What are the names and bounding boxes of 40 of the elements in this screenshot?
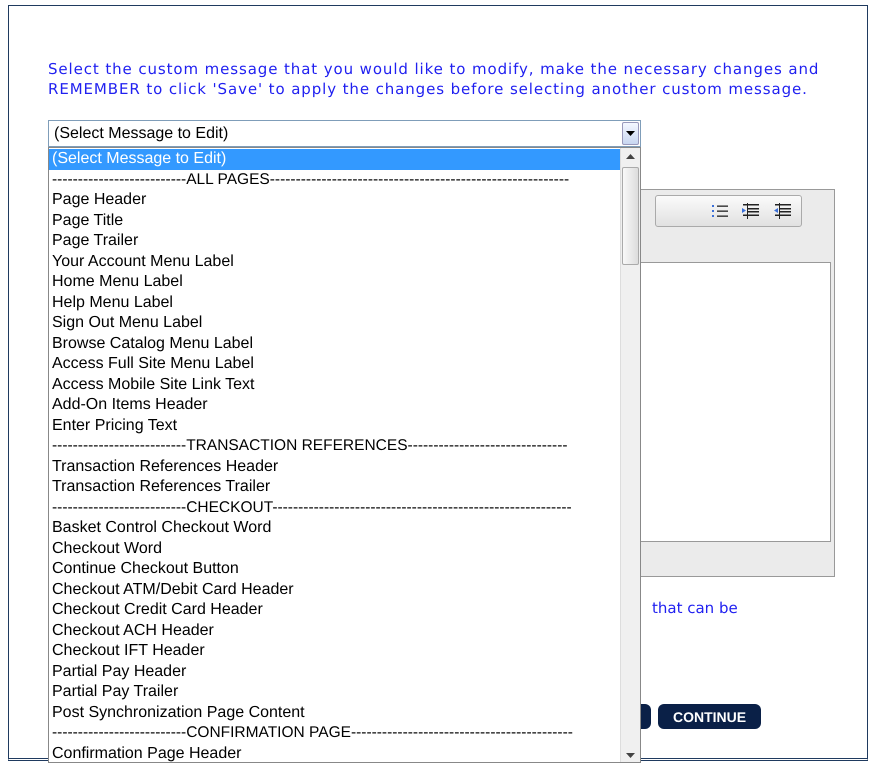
dropdown-option[interactable]: Checkout Credit Card Header <box>49 600 620 620</box>
dropdown-option[interactable]: Transaction References Trailer <box>49 477 620 498</box>
group-separator: --------------------------ALL PAGES---------------------------------------------------------- <box>51 170 570 190</box>
dropdown-option[interactable]: Basket Control Checkout Word <box>49 518 620 538</box>
dropdown-option[interactable]: Page Title <box>49 210 620 231</box>
dropdown-option[interactable]: Transaction References Header <box>49 456 620 477</box>
scroll-down-icon[interactable] <box>626 753 635 758</box>
dropdown-option[interactable]: Add-On Items Header <box>49 395 620 416</box>
group-separator: --------------------------CHECKOUT---------------------------------------------------------- <box>51 498 573 518</box>
scroll-up-icon[interactable] <box>626 154 635 159</box>
dropdown-option[interactable]: Checkout IFT Header <box>49 641 620 662</box>
note-text: that can be <box>652 599 739 617</box>
dropdown-option[interactable]: Confirmation Page Header <box>49 744 620 762</box>
dropdown-option[interactable]: Help Menu Label <box>49 292 620 313</box>
scroll-thumb[interactable] <box>622 167 639 265</box>
dropdown-option[interactable]: Your Account Menu Label <box>49 252 620 272</box>
dropdown-option[interactable]: Page Trailer <box>49 231 620 252</box>
bullet-list-icon[interactable] <box>711 203 729 219</box>
dropdown-option[interactable]: Checkout Word <box>49 538 620 559</box>
scrollbar[interactable] <box>620 148 640 762</box>
dropdown-option[interactable]: Continue Checkout Button <box>49 559 620 580</box>
message-select[interactable]: (Select Message to Edit) <box>48 120 641 147</box>
dropdown-option[interactable]: Page Header <box>49 190 620 210</box>
dropdown-option[interactable]: Sign Out Menu Label <box>49 313 620 334</box>
dropdown-option[interactable]: Home Menu Label <box>49 272 620 292</box>
dropdown-option[interactable]: Checkout ACH Header <box>49 620 620 641</box>
dropdown-option[interactable]: Access Mobile Site Link Text <box>49 374 620 395</box>
group-separator: --------------------------TRANSACTION REFERENCES------------------------------- <box>51 436 569 456</box>
dropdown-option[interactable]: Enter Pricing Text <box>49 416 620 436</box>
group-separator: --------------------------CONFIRMATION PAGE------------------------------------------- <box>51 723 574 743</box>
dropdown-option[interactable]: Partial Pay Header <box>49 662 620 682</box>
indent-icon[interactable] <box>741 203 761 219</box>
dropdown-option[interactable]: Browse Catalog Menu Label <box>49 334 620 354</box>
dropdown-option[interactable]: Post Synchronization Page Content <box>49 702 620 723</box>
instructions-text: Select the custom message that you would like to modify, make the necessary changes and REMEMBER to click 'Save' to apply the changes before selecting another custom message. <box>48 59 820 99</box>
continue-button[interactable]: CONTINUE <box>658 704 762 729</box>
dropdown-option[interactable]: Checkout ATM/Debit Card Header <box>49 580 620 600</box>
dropdown-option[interactable]: Partial Pay Trailer <box>49 682 620 702</box>
outdent-icon[interactable] <box>773 203 793 219</box>
dropdown-option[interactable]: Access Full Site Menu Label <box>49 354 620 374</box>
